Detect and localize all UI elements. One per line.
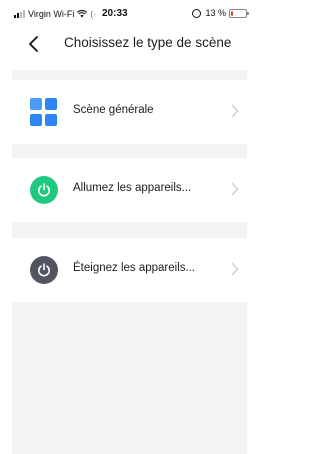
alarm-icon <box>192 8 202 18</box>
scene-type-turn-on[interactable]: Allumez les appareils... <box>12 158 247 222</box>
carrier-label: Virgin Wi-Fi <box>28 9 75 19</box>
battery-icon <box>229 8 249 18</box>
power-off-icon <box>30 256 58 284</box>
scene-type-label: Scène générale <box>73 104 154 116</box>
scene-type-general[interactable]: Scène générale <box>12 80 247 144</box>
scene-type-turn-off[interactable]: Éteignez les appareils... <box>12 238 247 302</box>
back-button[interactable] <box>24 34 44 54</box>
status-bar: Virgin Wi-Fi (· 20:33 13 % <box>0 0 259 26</box>
power-on-icon <box>30 176 58 204</box>
signal-icon <box>14 10 25 18</box>
chevron-right-icon <box>231 262 239 276</box>
grid-icon <box>30 98 58 126</box>
scene-type-label: Allumez les appareils... <box>73 182 192 194</box>
page-title: Choisissez le type de scène <box>64 35 232 50</box>
chevron-right-icon <box>231 182 239 196</box>
wifi-icon <box>77 10 88 18</box>
nav-bar: Choisissez le type de scène <box>0 26 259 62</box>
chevron-right-icon <box>231 104 239 118</box>
status-right: 13 % <box>192 8 249 18</box>
status-left: Virgin Wi-Fi (· <box>14 9 96 19</box>
battery-fill <box>231 10 233 16</box>
scene-type-label: Éteignez les appareils... <box>73 262 196 274</box>
chevron-left-icon <box>29 36 38 52</box>
status-time: 20:33 <box>102 8 128 19</box>
location-icon: (· <box>90 9 96 19</box>
battery-percent: 13 % <box>205 8 226 18</box>
